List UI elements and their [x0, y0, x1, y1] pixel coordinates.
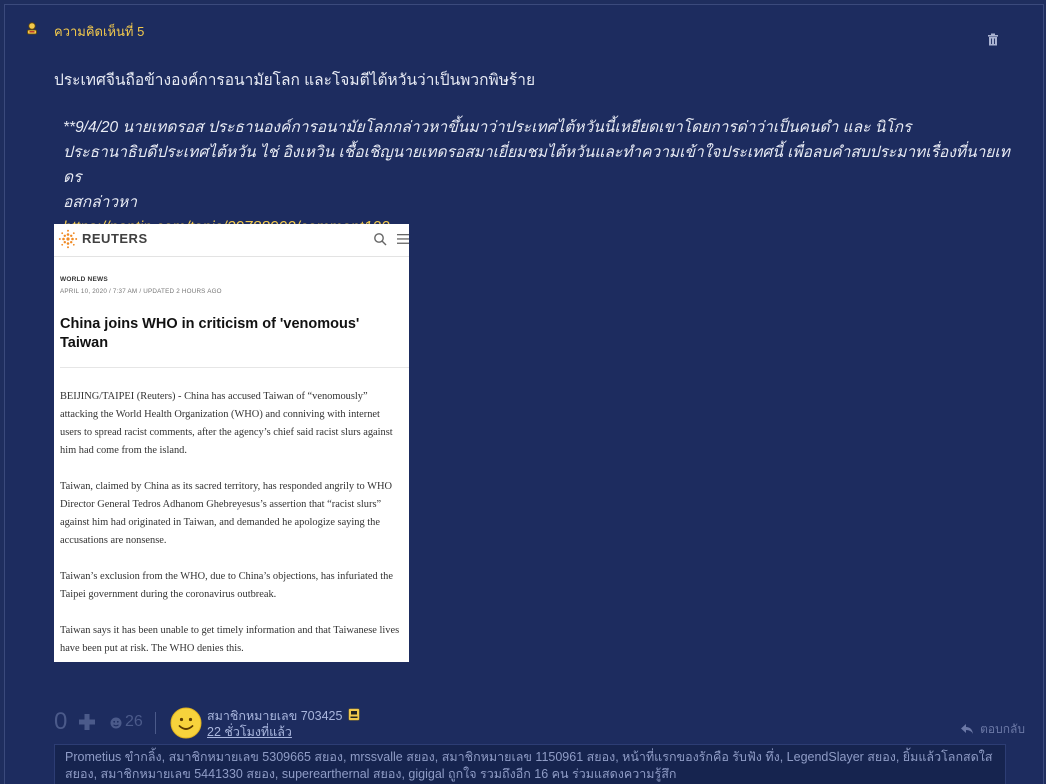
reuters-brand: REUTERS	[82, 231, 148, 246]
user-badge-icon	[27, 22, 37, 35]
reuters-logo-icon	[58, 229, 78, 249]
emotion-icon[interactable]	[110, 717, 122, 729]
comment-number-label: ความคิดเห็นที่ 5	[54, 24, 145, 39]
article-title: China joins WHO in criticism of 'venomou…	[60, 316, 360, 351]
article-date: APRIL 10, 2020 / 7:37 AM / UPDATED 2 HOU…	[60, 288, 222, 295]
plus-icon[interactable]	[78, 713, 96, 731]
divider	[155, 712, 156, 734]
search-icon[interactable]	[373, 232, 387, 246]
reactions-summary[interactable]: Prometius ขำกลิ้ง, สมาชิกหมายเลข 5309665…	[54, 744, 1006, 784]
reply-button[interactable]: ตอบกลับ	[960, 720, 1025, 739]
quote-line: **9/4/20 นายเทดรอส ประธานองค์การอนามัยโล…	[63, 119, 912, 136]
article-paragraph: Taiwan’s exclusion from the WHO, due to …	[60, 571, 393, 600]
smiley-avatar[interactable]	[170, 707, 202, 739]
article-section: WORLD NEWS	[60, 276, 108, 283]
comment-quote: **9/4/20 นายเทดรอส ประธานองค์การอนามัยโล…	[54, 115, 1014, 240]
quote-line: ประธานาธิบดีประเทศไต้หวัน ไช่ อิงเหวิน เ…	[63, 144, 1010, 186]
trash-icon[interactable]	[987, 33, 999, 46]
article-paragraph: Taiwan, claimed by China as its sacred t…	[60, 481, 392, 546]
reply-arrow-icon	[961, 724, 974, 734]
divider	[60, 367, 409, 368]
reuters-header: REUTERS	[54, 224, 409, 257]
quote-line: อสกล่าวหา	[63, 194, 137, 211]
reply-label: ตอบกลับ	[980, 722, 1025, 736]
emotion-count: 26	[125, 713, 143, 730]
member-badge-icon	[348, 708, 360, 721]
article-paragraph: Taiwan says it has been unable to get ti…	[60, 625, 400, 654]
time-ago-link[interactable]: 22 ชั่วโมงที่แล้ว	[207, 722, 292, 742]
comment-headline: ประเทศจีนถือข้างองค์การอนามัยโลก และโจมต…	[54, 72, 536, 89]
menu-icon[interactable]	[397, 233, 409, 245]
article-body: BEIJING/TAIPEI (Reuters) - China has acc…	[60, 388, 402, 662]
reuters-article-image[interactable]: REUTERS WORLD NEWS APRIL 10, 2020 / 7:37…	[54, 224, 409, 662]
article-paragraph: BEIJING/TAIPEI (Reuters) - China has acc…	[60, 391, 393, 456]
vote-score: 0	[54, 708, 68, 735]
comment-card: ความคิดเห็นที่ 5 ประเทศจีนถือข้างองค์การ…	[4, 4, 1044, 784]
